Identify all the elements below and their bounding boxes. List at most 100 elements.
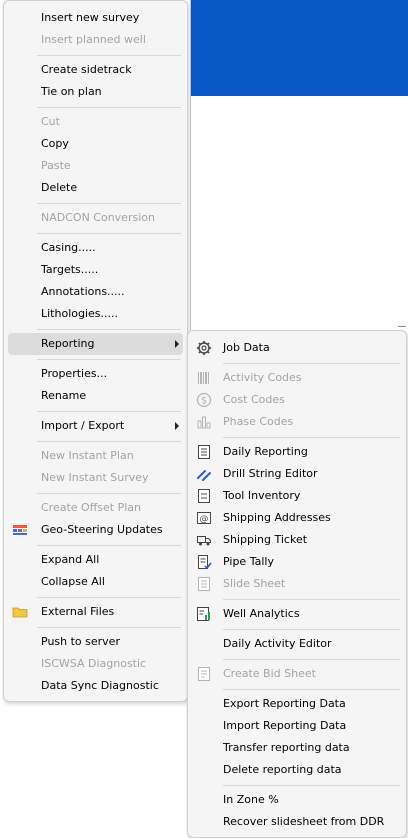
- menu-item-create-sidetrack[interactable]: Create sidetrack: [8, 59, 183, 81]
- menu-item-external-files[interactable]: External Files: [8, 601, 183, 623]
- menu-item-label: Job Data: [223, 341, 270, 354]
- menu-item-expand-all[interactable]: Expand All: [8, 549, 183, 571]
- menu-separator: [37, 545, 181, 546]
- background-tick: [398, 326, 406, 327]
- menu-item-label: Paste: [41, 159, 71, 172]
- menu-item-nadcon-conversion: NADCON Conversion: [8, 207, 183, 229]
- menu-item-label: Create Offset Plan: [41, 501, 141, 514]
- folder-icon: [12, 604, 28, 620]
- menu-item-import-export[interactable]: Import / Export: [8, 415, 183, 437]
- submenu-item-tool-inventory[interactable]: Tool Inventory: [192, 485, 402, 507]
- submenu-item-export-reporting-data[interactable]: Export Reporting Data: [192, 693, 402, 715]
- address-icon: @: [196, 510, 212, 526]
- background-divider: [190, 0, 191, 330]
- submenu-item-transfer-reporting-data[interactable]: Transfer reporting data: [192, 737, 402, 759]
- menu-item-label: Reporting: [41, 337, 95, 350]
- geo-steering-icon: [12, 522, 28, 538]
- menu-item-rename[interactable]: Rename: [8, 385, 183, 407]
- menu-separator: [37, 441, 181, 442]
- menu-separator: [37, 597, 181, 598]
- menu-item-label: Daily Activity Editor: [223, 637, 332, 650]
- submenu-item-job-data[interactable]: Job Data: [192, 337, 402, 359]
- menu-item-label: Properties...: [41, 367, 108, 380]
- menu-item-label: Transfer reporting data: [223, 741, 350, 754]
- menu-item-lithologies[interactable]: Lithologies.....: [8, 303, 183, 325]
- tally-icon: [196, 554, 212, 570]
- menu-item-geo-steering-updates[interactable]: Geo-Steering Updates: [8, 519, 183, 541]
- menu-item-label: Slide Sheet: [223, 577, 286, 590]
- menu-item-delete[interactable]: Delete: [8, 177, 183, 199]
- chevron-right-icon: [175, 340, 179, 348]
- menu-item-label: Export Reporting Data: [223, 697, 346, 710]
- menu-item-reporting[interactable]: Reporting: [8, 333, 183, 355]
- bid-sheet-icon: [196, 666, 212, 682]
- menu-item-label: Import Reporting Data: [223, 719, 347, 732]
- analytics-icon: [196, 606, 212, 622]
- menu-item-push-to-server[interactable]: Push to server: [8, 631, 183, 653]
- submenu-item-phase-codes: Phase Codes: [192, 411, 402, 433]
- menu-item-iscwsa-diagnostic: ISCWSA Diagnostic: [8, 653, 183, 675]
- menu-separator: [223, 689, 400, 690]
- submenu-item-import-reporting-data[interactable]: Import Reporting Data: [192, 715, 402, 737]
- menu-item-tie-on-plan[interactable]: Tie on plan: [8, 81, 183, 103]
- menu-item-cut: Cut: [8, 111, 183, 133]
- submenu-item-drill-string-editor[interactable]: Drill String Editor: [192, 463, 402, 485]
- inventory-icon: [196, 488, 212, 504]
- context-menu: Insert new survey Insert planned well Cr…: [3, 0, 188, 702]
- report-icon: [196, 444, 212, 460]
- menu-item-label: Annotations.....: [41, 285, 125, 298]
- submenu-item-create-bid-sheet: Create Bid Sheet: [192, 663, 402, 685]
- reporting-submenu: Job Data Activity Codes $ Cost Codes Pha…: [187, 330, 407, 838]
- menu-item-annotations[interactable]: Annotations.....: [8, 281, 183, 303]
- truck-icon: [196, 532, 212, 548]
- menu-separator: [37, 359, 181, 360]
- submenu-item-recover-slidesheet[interactable]: Recover slidesheet from DDR: [192, 811, 402, 833]
- menu-item-label: Cut: [41, 115, 60, 128]
- submenu-item-daily-activity-editor[interactable]: Daily Activity Editor: [192, 633, 402, 655]
- chevron-right-icon: [175, 422, 179, 430]
- submenu-item-daily-reporting[interactable]: Daily Reporting: [192, 441, 402, 463]
- menu-item-label: In Zone %: [223, 793, 279, 806]
- menu-separator: [223, 599, 400, 600]
- menu-separator: [37, 233, 181, 234]
- menu-item-label: Activity Codes: [223, 371, 302, 384]
- menu-separator: [37, 627, 181, 628]
- menu-item-insert-new-survey[interactable]: Insert new survey: [8, 7, 183, 29]
- submenu-item-in-zone-percent[interactable]: In Zone %: [192, 789, 402, 811]
- submenu-item-shipping-addresses[interactable]: @ Shipping Addresses: [192, 507, 402, 529]
- submenu-item-shipping-ticket[interactable]: Shipping Ticket: [192, 529, 402, 551]
- menu-item-targets[interactable]: Targets.....: [8, 259, 183, 281]
- menu-item-new-instant-plan: New Instant Plan: [8, 445, 183, 467]
- submenu-item-pipe-tally[interactable]: Pipe Tally: [192, 551, 402, 573]
- submenu-item-cost-codes: $ Cost Codes: [192, 389, 402, 411]
- menu-item-casing[interactable]: Casing.....: [8, 237, 183, 259]
- slide-sheet-icon: [196, 576, 212, 592]
- menu-item-label: NADCON Conversion: [41, 211, 155, 224]
- menu-item-label: Casing.....: [41, 241, 96, 254]
- menu-item-label: Delete: [41, 181, 78, 194]
- menu-item-label: Delete reporting data: [223, 763, 342, 776]
- menu-item-label: Pipe Tally: [223, 555, 274, 568]
- menu-item-label: Tool Inventory: [223, 489, 301, 502]
- menu-separator: [37, 493, 181, 494]
- menu-separator: [223, 785, 400, 786]
- menu-item-paste: Paste: [8, 155, 183, 177]
- menu-item-copy[interactable]: Copy: [8, 133, 183, 155]
- menu-separator: [223, 629, 400, 630]
- menu-separator: [37, 329, 181, 330]
- menu-item-label: Well Analytics: [223, 607, 300, 620]
- menu-item-label: New Instant Survey: [41, 471, 149, 484]
- menu-separator: [37, 107, 181, 108]
- menu-item-collapse-all[interactable]: Collapse All: [8, 571, 183, 593]
- menu-item-label: Geo-Steering Updates: [41, 523, 163, 536]
- menu-item-data-sync-diagnostic[interactable]: Data Sync Diagnostic: [8, 675, 183, 697]
- bar-chart-icon: [196, 414, 212, 430]
- menu-item-properties[interactable]: Properties...: [8, 363, 183, 385]
- menu-item-label: Cost Codes: [223, 393, 285, 406]
- menu-item-label: Rename: [41, 389, 87, 402]
- submenu-item-well-analytics[interactable]: Well Analytics: [192, 603, 402, 625]
- menu-item-create-offset-plan: Create Offset Plan: [8, 497, 183, 519]
- menu-item-label: Import / Export: [41, 419, 125, 432]
- submenu-item-delete-reporting-data[interactable]: Delete reporting data: [192, 759, 402, 781]
- menu-item-label: Create sidetrack: [41, 63, 132, 76]
